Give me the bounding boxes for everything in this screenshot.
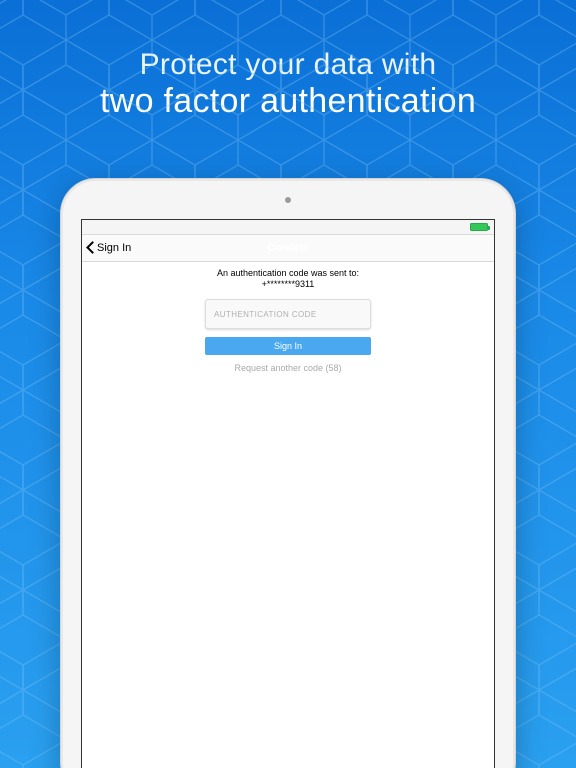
hero-heading: Protect your data with two factor authen… bbox=[0, 0, 576, 121]
request-another-code-link[interactable]: Request another code (58) bbox=[82, 363, 494, 373]
auth-content: An authentication code was sent to: +***… bbox=[82, 262, 494, 373]
hero-line-1: Protect your data with bbox=[0, 48, 576, 82]
auth-code-input[interactable]: AUTHENTICATION CODE bbox=[205, 299, 371, 329]
page-title: Confirm bbox=[82, 242, 494, 254]
sign-in-label: Sign In bbox=[274, 341, 302, 351]
back-label: Sign In bbox=[97, 242, 131, 254]
info-text-2: +********9311 bbox=[82, 279, 494, 289]
battery-icon bbox=[470, 223, 488, 231]
nav-bar: Sign In Confirm bbox=[82, 234, 494, 262]
status-bar bbox=[82, 220, 494, 234]
chevron-left-icon bbox=[86, 241, 96, 255]
sign-in-button[interactable]: Sign In bbox=[205, 337, 371, 355]
device-screen: Sign In Confirm An authentication code w… bbox=[81, 219, 495, 768]
info-text-1: An authentication code was sent to: bbox=[82, 268, 494, 278]
device-frame: Sign In Confirm An authentication code w… bbox=[60, 178, 516, 768]
auth-code-placeholder: AUTHENTICATION CODE bbox=[214, 310, 317, 319]
back-button[interactable]: Sign In bbox=[82, 241, 131, 255]
hero-line-2: two factor authentication bbox=[0, 82, 576, 121]
